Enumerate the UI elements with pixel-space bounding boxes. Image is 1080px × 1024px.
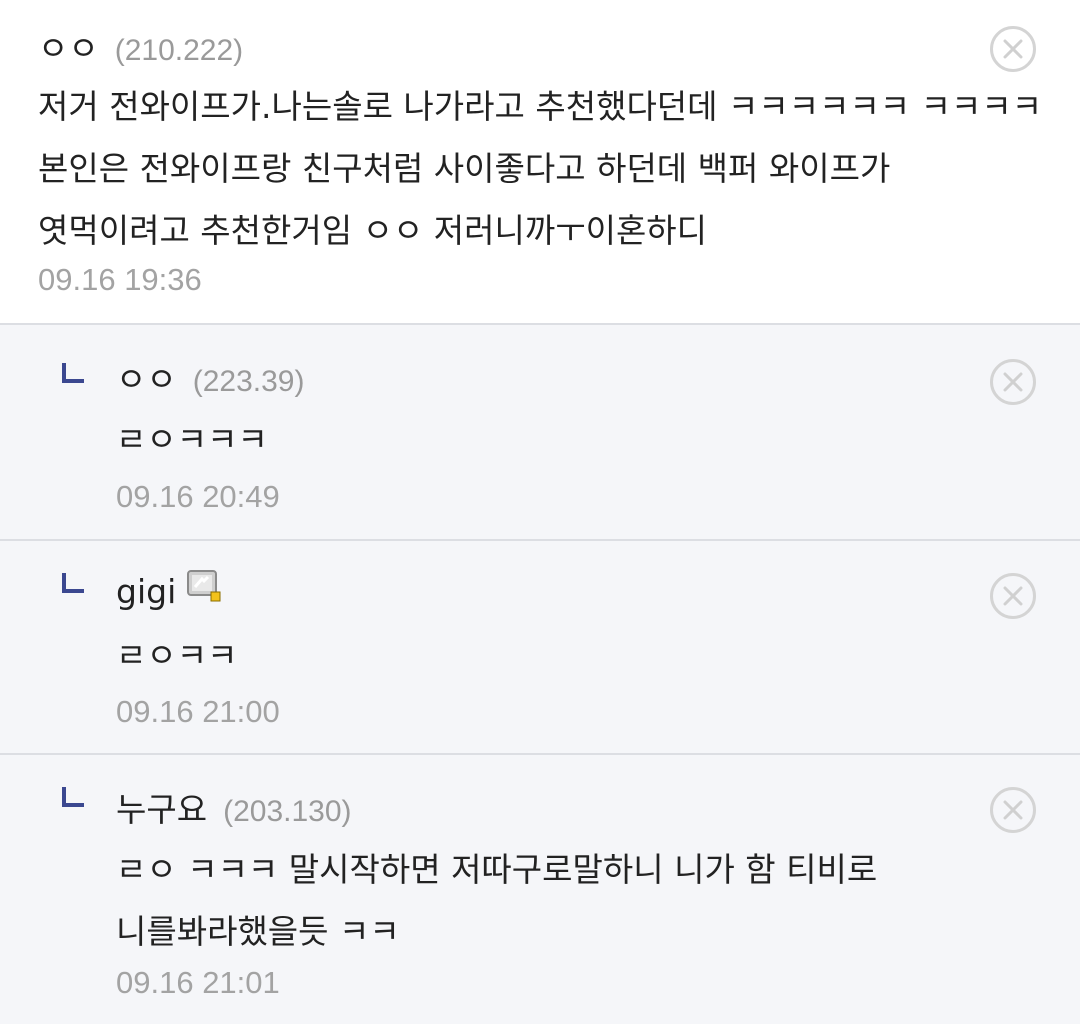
- reply-arrow-icon: [62, 787, 84, 807]
- reply-item: ㅇㅇ (223.39) ㄹㅇㅋㅋㅋ 09.16 20:49: [0, 323, 1080, 539]
- comment-nickname[interactable]: ㅇㅇ: [38, 22, 99, 70]
- close-icon: [1003, 586, 1023, 606]
- comment-header: 누구요 (203.130): [116, 783, 352, 831]
- delete-comment-button[interactable]: [990, 573, 1036, 619]
- close-icon: [1003, 39, 1023, 59]
- comment-nickname[interactable]: gigi: [116, 572, 176, 611]
- delete-comment-button[interactable]: [990, 787, 1036, 833]
- comment-ip: (210.222): [114, 34, 244, 67]
- close-icon: [1003, 372, 1023, 392]
- comment-nickname[interactable]: 누구요: [116, 783, 207, 831]
- comment-text: ㄹㅇㅋㅋ: [116, 636, 238, 675]
- gallery-nickname-icon: [187, 570, 221, 602]
- comment-text: 저거 전와이프가.나는솔로 나가라고 추천했다던데 ㅋㅋㅋㅋㅋㅋ ㅋㅋㅋㅋ 본인…: [38, 87, 1043, 250]
- comment-date: 09.16 20:49: [116, 479, 280, 514]
- comment-item: ㅇㅇ (210.222) 저거 전와이프가.나는솔로 나가라고 추천했다던데 ㅋ…: [0, 0, 1080, 323]
- comment-ip: (203.130): [223, 795, 352, 828]
- reply-item: 누구요 (203.130) ㄹㅇ ㅋㅋㅋ 말시작하면 저따구로말하니 니가 함 …: [0, 753, 1080, 1024]
- reply-arrow-icon: [62, 363, 84, 383]
- reply-arrow-icon: [62, 573, 84, 593]
- delete-comment-button[interactable]: [990, 359, 1036, 405]
- comment-date: 09.16 21:01: [116, 965, 280, 1000]
- comment-date: 09.16 19:36: [38, 262, 202, 297]
- reply-item: gigi ㄹㅇㅋㅋ 09.16 21:00: [0, 539, 1080, 753]
- comment-nickname[interactable]: ㅇㅇ: [116, 353, 177, 401]
- comment-header: ㅇㅇ (223.39): [116, 353, 304, 401]
- close-icon: [1003, 800, 1023, 820]
- comment-ip: (223.39): [192, 365, 305, 398]
- delete-comment-button[interactable]: [990, 26, 1036, 72]
- comment-header: gigi: [116, 569, 222, 611]
- comment-date: 09.16 21:00: [116, 694, 280, 729]
- comment-header: ㅇㅇ (210.222): [38, 22, 243, 70]
- comment-text: ㄹㅇㅋㅋㅋ: [116, 420, 268, 459]
- comment-text: ㄹㅇ ㅋㅋㅋ 말시작하면 저따구로말하니 니가 함 티비로 니를봐라했을듯 ㅋㅋ: [116, 850, 878, 951]
